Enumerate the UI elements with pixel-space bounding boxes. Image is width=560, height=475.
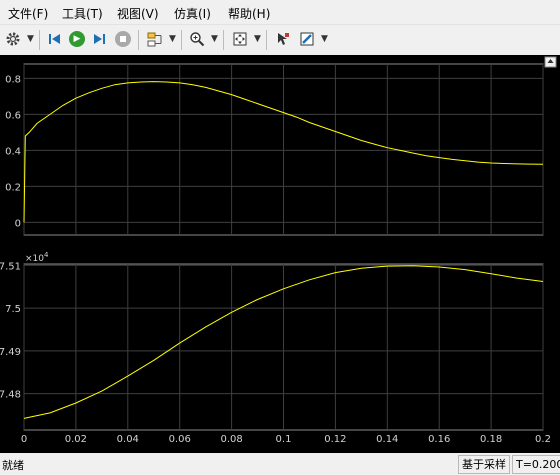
axes-1-y-tick-label: 0.6	[5, 110, 21, 121]
menu-simulation[interactable]: 仿真(I)	[174, 5, 211, 22]
axes-2-y-tick-label: 7.5	[5, 304, 21, 315]
toolbar-separator	[138, 30, 139, 50]
run-icon[interactable]: ▶	[66, 28, 88, 50]
scope-plots: 0 0.2 0.4 0.6 0.8 7.48 7.49 7.5 7.51 ×10 4 0 0.02 0.0…	[0, 56, 557, 445]
menu-bar: 文件(F) 工具(T) 视图(V) 仿真(I) 帮助(H)	[0, 0, 560, 24]
axes-2-exponent-label: ×10	[25, 254, 44, 264]
axes-1-y-tick-label: 0	[15, 218, 21, 229]
axes-2-y-tick-label: 7.48	[0, 390, 21, 401]
highlight-block-icon[interactable]	[144, 28, 166, 50]
toolbar-separator	[266, 30, 267, 50]
axes-2-exponent-power: 4	[44, 251, 49, 259]
sim-time-indicator: T=0.200	[512, 455, 560, 474]
fit-view-icon[interactable]	[229, 28, 251, 50]
axes-2-x-tick-label: 0.14	[376, 434, 398, 445]
fit-menu-arrow-icon[interactable]: ▼	[254, 34, 261, 44]
toolbar-separator	[39, 30, 40, 50]
axes-2-x-tick-label: 0.16	[428, 434, 450, 445]
style-menu-arrow-icon[interactable]: ▼	[321, 34, 328, 44]
axes-2-x-tick-label: 0.06	[169, 434, 191, 445]
axes-2-x-tick-label: 0.12	[324, 434, 346, 445]
step-forward-icon[interactable]	[88, 28, 110, 50]
scope-plot-area: 0 0.2 0.4 0.6 0.8 7.48 7.49 7.5 7.51 ×10 4 0 0.02 0.0…	[0, 55, 560, 453]
status-bar: 就绪 基于采样 T=0.200	[0, 453, 560, 475]
axes-2-x-tick-label: 0.02	[65, 434, 87, 445]
gear-menu-arrow-icon[interactable]: ▼	[27, 34, 34, 44]
menu-view[interactable]: 视图(V)	[117, 5, 159, 22]
toolbar-separator	[181, 30, 182, 50]
axes-2-x-tick-label: 0.04	[117, 434, 139, 445]
sample-mode-indicator: 基于采样	[458, 455, 510, 474]
axes-2-x-tick-label: 0.18	[480, 434, 502, 445]
gear-icon[interactable]	[2, 28, 24, 50]
axes-2-x-tick-label: 0.1	[276, 434, 292, 445]
status-ready: 就绪	[2, 459, 24, 472]
axes-2-x-tick-label: 0.2	[535, 434, 551, 445]
menu-file[interactable]: 文件(F)	[8, 5, 48, 22]
toolbar-separator	[223, 30, 224, 50]
menu-tools[interactable]: 工具(T)	[62, 5, 103, 22]
style-pen-icon[interactable]	[296, 28, 318, 50]
cursor-measure-icon[interactable]	[272, 28, 294, 50]
axes-1-y-tick-label: 0.2	[5, 182, 21, 193]
zoom-menu-arrow-icon[interactable]: ▼	[211, 34, 218, 44]
axes-2-y-tick-label: 7.49	[0, 347, 21, 358]
toolbar: ▼ ▶ ▼ ▼ ▼ ▼	[0, 24, 560, 56]
axes-1-y-tick-label: 0.4	[5, 146, 21, 157]
menu-help[interactable]: 帮助(H)	[228, 5, 270, 22]
stop-icon[interactable]	[112, 28, 134, 50]
axes-2-y-tick-label: 7.51	[0, 261, 21, 272]
highlight-menu-arrow-icon[interactable]: ▼	[169, 34, 176, 44]
zoom-icon[interactable]	[186, 28, 208, 50]
axes-2-x-tick-label: 0.08	[220, 434, 242, 445]
step-back-icon[interactable]	[44, 28, 66, 50]
axes-1-y-tick-label: 0.8	[5, 74, 21, 85]
axes-2-x-tick-label: 0	[21, 434, 27, 445]
